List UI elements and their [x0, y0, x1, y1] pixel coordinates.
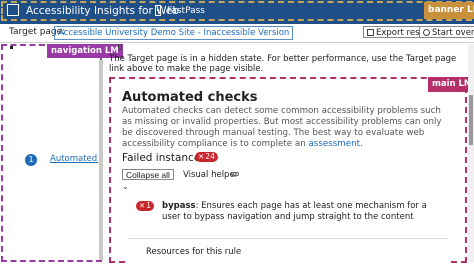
page-title: Automated checks [122, 90, 258, 105]
rule-bypass-description[interactable]: bypass: Ensures each page has at least o… [162, 201, 437, 223]
visual-helper-label: Visual helper [183, 170, 239, 180]
nav-item-automated-checks[interactable]: Automated checks [50, 154, 98, 164]
banner-landmark-tag: banner LM [424, 2, 474, 19]
start-over-icon [423, 29, 430, 36]
fastpass-label: FastPass [167, 6, 205, 16]
hidden-state-notice: The Target page is in a hidden state. Fo… [109, 54, 457, 74]
resources-title: Resources for this rule [146, 247, 242, 257]
chevron-down-icon[interactable]: ⌄ [122, 182, 129, 191]
automated-checks-description: Automated checks can detect some common … [122, 106, 442, 149]
nav-scrollbar[interactable] [99, 60, 103, 260]
failed-count-badge: ✕24 [195, 152, 218, 162]
navigation-landmark-outline [1, 44, 102, 262]
visual-helper-toggle[interactable] [231, 172, 239, 176]
description-text: Automated checks can detect some common … [122, 106, 442, 149]
nav-bullet [10, 46, 13, 49]
target-page-bar: Target page: Accessible University Demo … [0, 24, 474, 42]
export-icon [367, 29, 374, 36]
start-over-label: Start over [432, 28, 474, 38]
app-logo-icon [7, 4, 19, 16]
hidden-state-icon [118, 44, 122, 50]
page-scrollbar-track[interactable] [468, 44, 474, 262]
rule-text: : Ensures each page has at least one mec… [162, 201, 427, 222]
target-page-link[interactable]: Accessible University Demo Site - Inacce… [54, 26, 294, 40]
failure-x-icon: ✕ [139, 201, 146, 210]
start-over-button[interactable]: Start over [419, 26, 474, 38]
nav-item-number-icon: 1 [25, 154, 37, 166]
collapse-all-button[interactable]: Collapse all [122, 169, 174, 180]
rule-failure-count: 1 [146, 201, 152, 210]
failed-instances-heading: Failed instances [122, 152, 206, 164]
page-scrollbar-thumb[interactable] [469, 95, 473, 145]
failed-count: 24 [205, 152, 215, 161]
failure-x-icon: ✕ [198, 152, 205, 161]
rule-name: bypass [162, 201, 196, 211]
rule-failure-badge: ✕1 [136, 201, 155, 211]
fastpass-icon [155, 5, 161, 16]
assessment-link[interactable]: assessment [308, 139, 360, 149]
